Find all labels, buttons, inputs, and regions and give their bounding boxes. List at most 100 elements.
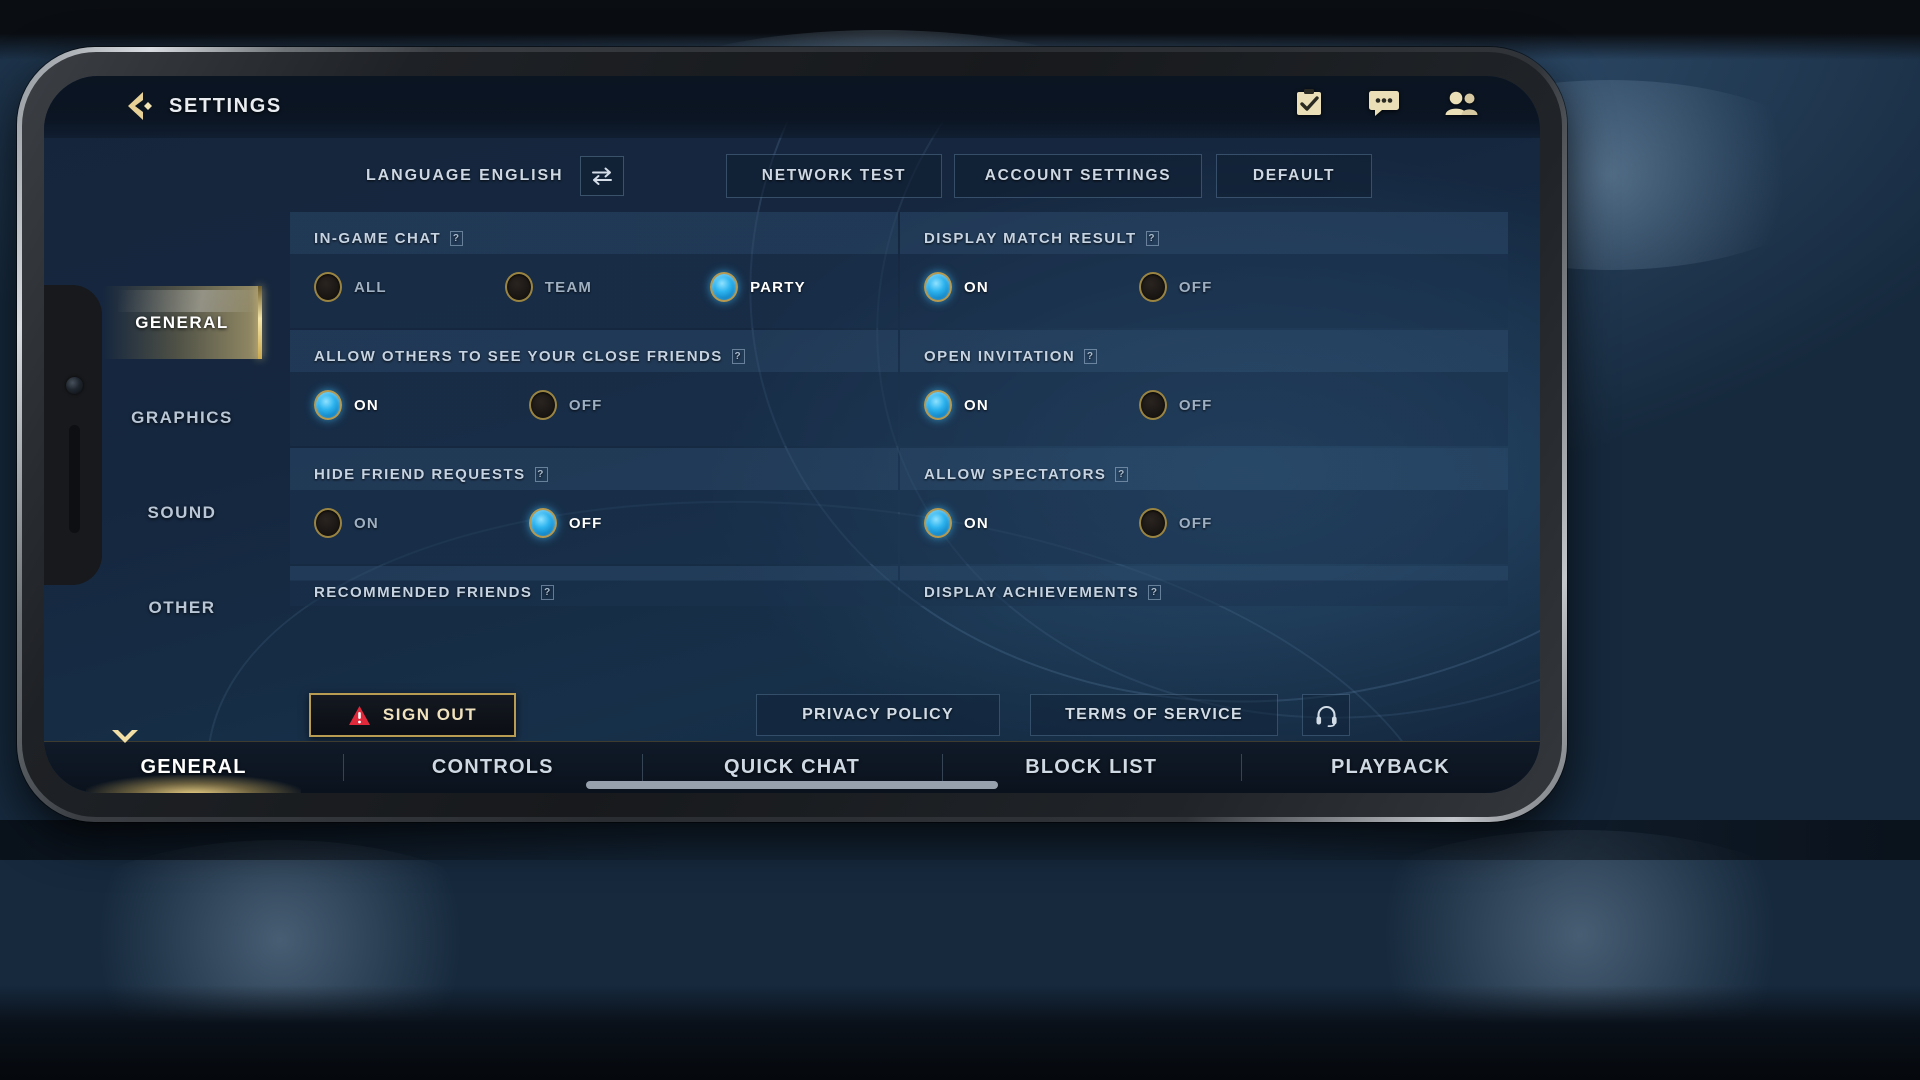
bottom-nav: GENERAL CONTROLS QUICK CHAT BLOCK LIST P… — [44, 730, 1540, 793]
swap-arrows-icon — [591, 167, 612, 185]
setting-title-text: DISPLAY ACHIEVEMENTS — [924, 583, 1140, 601]
sidebar-item-sound[interactable]: SOUND — [102, 476, 262, 549]
radio-option[interactable]: ON — [314, 390, 379, 420]
radio-option-label: ALL — [354, 278, 387, 296]
radio-selected-icon — [314, 390, 342, 420]
friends-icon[interactable] — [1444, 90, 1478, 116]
setting-title: ALLOW SPECTATORS? — [924, 460, 1484, 488]
radio-option-label: OFF — [1178, 514, 1213, 532]
setting-options: ON OFF — [924, 272, 1484, 302]
setting-title-text: IN-GAME CHAT — [314, 229, 442, 247]
setting-options: ON OFF — [924, 390, 1484, 420]
radio-selected-icon — [528, 508, 557, 538]
setting-title: DISPLAY ACHIEVEMENTS? — [924, 578, 1484, 606]
radio-option[interactable]: TEAM — [504, 272, 593, 302]
language-selector[interactable]: LANGUAGE ENGLISH — [366, 156, 624, 196]
radio-unselected-icon — [1138, 390, 1167, 420]
radio-option[interactable]: OFF — [1138, 390, 1213, 420]
nav-tab-general[interactable]: GENERAL — [44, 742, 343, 793]
front-camera-icon — [66, 376, 83, 394]
help-icon[interactable]: ? — [534, 466, 548, 482]
radio-option-label: ON — [354, 514, 379, 532]
settings-grid: IN-GAME CHAT? ALL TEAM PARTY DISPLAY MATCH R… — [290, 212, 1508, 606]
help-icon[interactable]: ? — [1145, 230, 1159, 246]
language-swap-button[interactable] — [579, 156, 624, 196]
sidebar-item-general[interactable]: GENERAL — [102, 286, 262, 359]
radio-selected-icon — [924, 508, 952, 538]
radio-option[interactable]: PARTY — [710, 272, 806, 302]
setting-options: ALL TEAM PARTY — [314, 272, 874, 302]
radio-option[interactable]: ON — [924, 272, 989, 302]
radio-option-label: ON — [354, 396, 379, 414]
setting-row: RECOMMENDED FRIENDS? — [290, 566, 898, 606]
phone-bezel: SETTINGS LANGUAGE ENGLISH NETWORK TEST A… — [22, 52, 1562, 817]
setting-title-text: HIDE FRIEND REQUESTS — [314, 465, 526, 483]
account-settings-button[interactable]: ACCOUNT SETTINGS — [954, 154, 1202, 198]
radio-selected-icon — [710, 272, 739, 302]
radio-unselected-icon — [1138, 508, 1167, 538]
radio-option-label: TEAM — [544, 278, 593, 296]
control-bar: LANGUAGE ENGLISH NETWORK TEST ACCOUNT SE… — [44, 148, 1540, 200]
header-icon-group — [1294, 88, 1478, 118]
radio-option[interactable]: OFF — [528, 390, 603, 420]
radio-unselected-icon — [528, 390, 557, 420]
sidebar-item-graphics[interactable]: GRAPHICS — [102, 381, 262, 454]
help-icon[interactable]: ? — [1115, 466, 1129, 482]
setting-title-text: ALLOW SPECTATORS — [924, 465, 1107, 483]
backdrop-cloud — [1320, 830, 1840, 1040]
phone-notch — [44, 284, 102, 585]
radio-option-label: OFF — [568, 396, 603, 414]
privacy-policy-button[interactable]: PRIVACY POLICY — [756, 694, 1000, 736]
support-button[interactable] — [1302, 694, 1350, 736]
radio-option[interactable]: ON — [314, 508, 379, 538]
setting-row: OPEN INVITATION? ON OFF — [900, 330, 1508, 446]
chat-bubble-icon[interactable] — [1368, 89, 1400, 117]
footer-action-bar: SIGN OUT PRIVACY POLICY TERMS OF SERVICE — [44, 693, 1540, 741]
headset-icon — [1316, 705, 1337, 727]
sign-out-label: SIGN OUT — [382, 705, 478, 724]
active-tab-marker-icon — [112, 730, 138, 743]
radio-option[interactable]: OFF — [528, 508, 603, 538]
setting-title: RECOMMENDED FRIENDS? — [314, 578, 874, 606]
setting-options: ON OFF — [314, 390, 874, 420]
radio-option-label: ON — [964, 514, 989, 532]
warning-triangle-icon — [348, 705, 370, 725]
radio-option[interactable]: ON — [924, 390, 989, 420]
help-icon[interactable]: ? — [450, 230, 464, 246]
backdrop-cloud — [40, 840, 520, 1040]
radio-unselected-icon — [1138, 272, 1167, 302]
radio-option[interactable]: ALL — [314, 272, 387, 302]
sidebar-item-other[interactable]: OTHER — [102, 571, 262, 644]
language-label: LANGUAGE ENGLISH — [366, 167, 564, 184]
radio-option[interactable]: OFF — [1138, 508, 1213, 538]
help-icon[interactable]: ? — [541, 584, 555, 600]
mission-checklist-icon[interactable] — [1294, 88, 1324, 118]
setting-title: ALLOW OTHERS TO SEE YOUR CLOSE FRIENDS? — [314, 342, 874, 370]
phone-screen: SETTINGS LANGUAGE ENGLISH NETWORK TEST A… — [44, 76, 1540, 793]
radio-option-label: OFF — [568, 514, 603, 532]
earpiece-speaker — [69, 424, 80, 533]
default-button[interactable]: DEFAULT — [1216, 154, 1372, 198]
settings-screen: SETTINGS LANGUAGE ENGLISH NETWORK TEST A… — [44, 76, 1540, 793]
setting-title: IN-GAME CHAT? — [314, 224, 874, 252]
home-indicator[interactable] — [586, 781, 998, 789]
setting-options: ON OFF — [314, 508, 874, 538]
setting-title-text: OPEN INVITATION — [924, 347, 1076, 365]
setting-title: DISPLAY MATCH RESULT? — [924, 224, 1484, 252]
sign-out-button[interactable]: SIGN OUT — [309, 693, 516, 737]
help-icon[interactable]: ? — [1148, 584, 1162, 600]
radio-option-label: PARTY — [750, 278, 806, 296]
setting-options: ON OFF — [924, 508, 1484, 538]
radio-option-label: OFF — [1178, 278, 1213, 296]
backdrop-shadow-band — [0, 820, 1920, 860]
help-icon[interactable]: ? — [1084, 348, 1098, 364]
help-icon[interactable]: ? — [731, 348, 745, 364]
radio-option[interactable]: ON — [924, 508, 989, 538]
network-test-button[interactable]: NETWORK TEST — [726, 154, 942, 198]
terms-of-service-button[interactable]: TERMS OF SERVICE — [1030, 694, 1278, 736]
setting-title-text: RECOMMENDED FRIENDS — [314, 583, 533, 601]
nav-tab-playback[interactable]: PLAYBACK — [1240, 742, 1540, 793]
back-button[interactable]: SETTINGS — [126, 90, 282, 122]
setting-title-text: ALLOW OTHERS TO SEE YOUR CLOSE FRIENDS — [314, 347, 723, 365]
radio-option[interactable]: OFF — [1138, 272, 1213, 302]
